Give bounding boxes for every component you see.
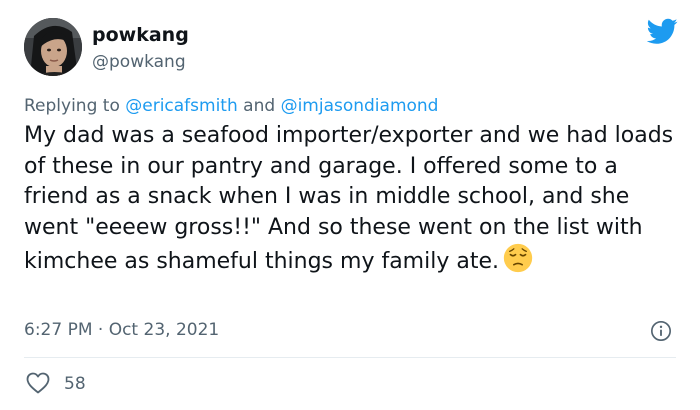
author-handle[interactable]: @powkang xyxy=(92,52,186,72)
tweet-timestamp[interactable]: 6:27 PM · Oct 23, 2021 xyxy=(24,320,219,340)
info-icon[interactable] xyxy=(650,320,672,342)
heart-icon[interactable] xyxy=(26,372,50,394)
twitter-bird-icon[interactable] xyxy=(647,18,678,45)
like-count: 58 xyxy=(64,374,86,394)
replying-to-connector: and xyxy=(243,96,276,116)
author-display-name[interactable]: powkang xyxy=(92,24,189,46)
replying-to-line: Replying to @ericafsmith and @imjasondia… xyxy=(24,96,438,116)
tweet-body: My dad was a seafood importer/exporter a… xyxy=(24,121,674,278)
mention-link-imjasondiamond[interactable]: @imjasondiamond xyxy=(281,96,439,116)
divider xyxy=(24,357,676,358)
replying-to-prefix: Replying to xyxy=(24,96,120,116)
avatar[interactable] xyxy=(24,18,82,76)
pensive-face-emoji-icon xyxy=(503,243,533,273)
mention-link-ericafsmith[interactable]: @ericafsmith xyxy=(125,96,238,116)
avatar-photo xyxy=(24,18,82,76)
tweet-text: My dad was a seafood importer/exporter a… xyxy=(24,123,674,274)
